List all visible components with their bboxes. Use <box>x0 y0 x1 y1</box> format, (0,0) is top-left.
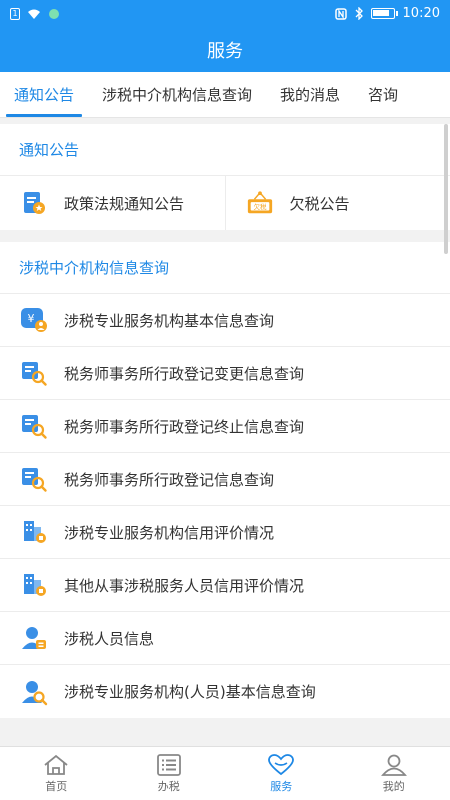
list-item-label: 税务师事务所行政登记信息查询 <box>64 470 275 489</box>
list-item[interactable]: 税务师事务所行政登记变更信息查询 <box>0 347 450 400</box>
list-item[interactable]: 其他从事涉税服务人员信用评价情况 <box>0 559 450 612</box>
policy-notice-item[interactable]: 政策法规通知公告 <box>0 176 225 230</box>
list-icon <box>156 753 181 776</box>
section-title-agency: 涉税中介机构信息查询 <box>0 242 450 294</box>
user-icon <box>380 754 407 776</box>
tax-arrears-notice-item[interactable]: 欠税 欠税公告 <box>224 176 450 230</box>
nav-service-label: 服务 <box>270 779 293 793</box>
nfc-icon <box>334 7 347 20</box>
nav-tax-label: 办税 <box>157 779 180 793</box>
person-tax-icon <box>20 624 48 652</box>
content-area[interactable]: 通知公告 政策法规通知公告 欠税 欠税公告 涉税中介机构信息查询 ¥ 涉税专业服… <box>0 124 450 746</box>
tax-arrears-sign-icon: 欠税 <box>246 189 274 217</box>
list-item[interactable]: 涉税专业服务机构(人员)基本信息查询 <box>0 665 450 718</box>
nav-service[interactable]: 服务 <box>225 747 338 800</box>
tax-arrears-notice-label: 欠税公告 <box>289 194 350 213</box>
building-badge-icon <box>20 518 48 546</box>
list-item-label: 涉税专业服务机构(人员)基本信息查询 <box>64 683 316 701</box>
list-item[interactable]: 税务师事务所行政登记终止信息查询 <box>0 400 450 453</box>
agency-section: 涉税中介机构信息查询 ¥ 涉税专业服务机构基本信息查询 税务师事务所行政登记变更… <box>0 242 450 718</box>
list-item-label: 税务师事务所行政登记终止信息查询 <box>64 417 305 436</box>
sim-icon: 1 <box>10 7 20 20</box>
tab-my-messages[interactable]: 我的消息 <box>266 72 354 117</box>
nav-home[interactable]: 首页 <box>0 747 113 800</box>
person-search-icon <box>20 678 48 706</box>
page-title: 服务 <box>0 27 450 72</box>
tax-search-icon <box>20 412 48 440</box>
tab-notices[interactable]: 通知公告 <box>0 72 88 117</box>
list-item-label: 税务师事务所行政登记变更信息查询 <box>64 364 305 383</box>
nav-mine-label: 我的 <box>382 779 405 793</box>
status-time: 10:20 <box>402 6 440 21</box>
yuan-person-icon: ¥ <box>20 306 48 334</box>
nav-home-label: 首页 <box>45 779 68 793</box>
svg-text:¥: ¥ <box>28 312 35 325</box>
status-bar: 1 10:20 <box>0 0 450 27</box>
notice-section: 通知公告 政策法规通知公告 欠税 欠税公告 <box>0 124 450 230</box>
home-icon <box>44 754 68 775</box>
battery-icon <box>370 8 398 19</box>
nav-mine[interactable]: 我的 <box>338 747 450 800</box>
policy-notice-label: 政策法规通知公告 <box>64 194 185 213</box>
list-item[interactable]: 税务师事务所行政登记信息查询 <box>0 453 450 506</box>
tab-agency-query[interactable]: 涉税中介机构信息查询 <box>88 72 266 117</box>
list-item-label: 涉税专业服务机构基本信息查询 <box>64 311 275 330</box>
tab-bar: 通知公告 涉税中介机构信息查询 我的消息 咨询 <box>0 72 450 118</box>
section-title-notices: 通知公告 <box>0 124 450 176</box>
bottom-nav: 首页 办税 服务 我的 <box>0 746 450 800</box>
building-badge-icon <box>20 571 48 599</box>
document-star-icon <box>20 189 48 217</box>
tab-consult[interactable]: 咨询 <box>354 72 412 117</box>
list-item-label: 涉税人员信息 <box>64 629 155 648</box>
list-item-label: 涉税专业服务机构信用评价情况 <box>64 523 275 542</box>
wifi-icon <box>28 9 40 19</box>
tax-search-icon <box>20 465 48 493</box>
scrollbar[interactable] <box>444 124 448 254</box>
tax-search-icon <box>20 359 48 387</box>
list-item-label: 其他从事涉税服务人员信用评价情况 <box>64 576 305 595</box>
bluetooth-icon <box>355 7 363 20</box>
tax-arrears-sign-text: 欠税 <box>253 202 267 211</box>
heart-icon <box>268 753 295 775</box>
list-item[interactable]: ¥ 涉税专业服务机构基本信息查询 <box>0 294 450 347</box>
app-notification-icon <box>49 8 59 19</box>
list-item[interactable]: 涉税人员信息 <box>0 612 450 665</box>
list-item[interactable]: 涉税专业服务机构信用评价情况 <box>0 506 450 559</box>
nav-tax[interactable]: 办税 <box>113 747 226 800</box>
